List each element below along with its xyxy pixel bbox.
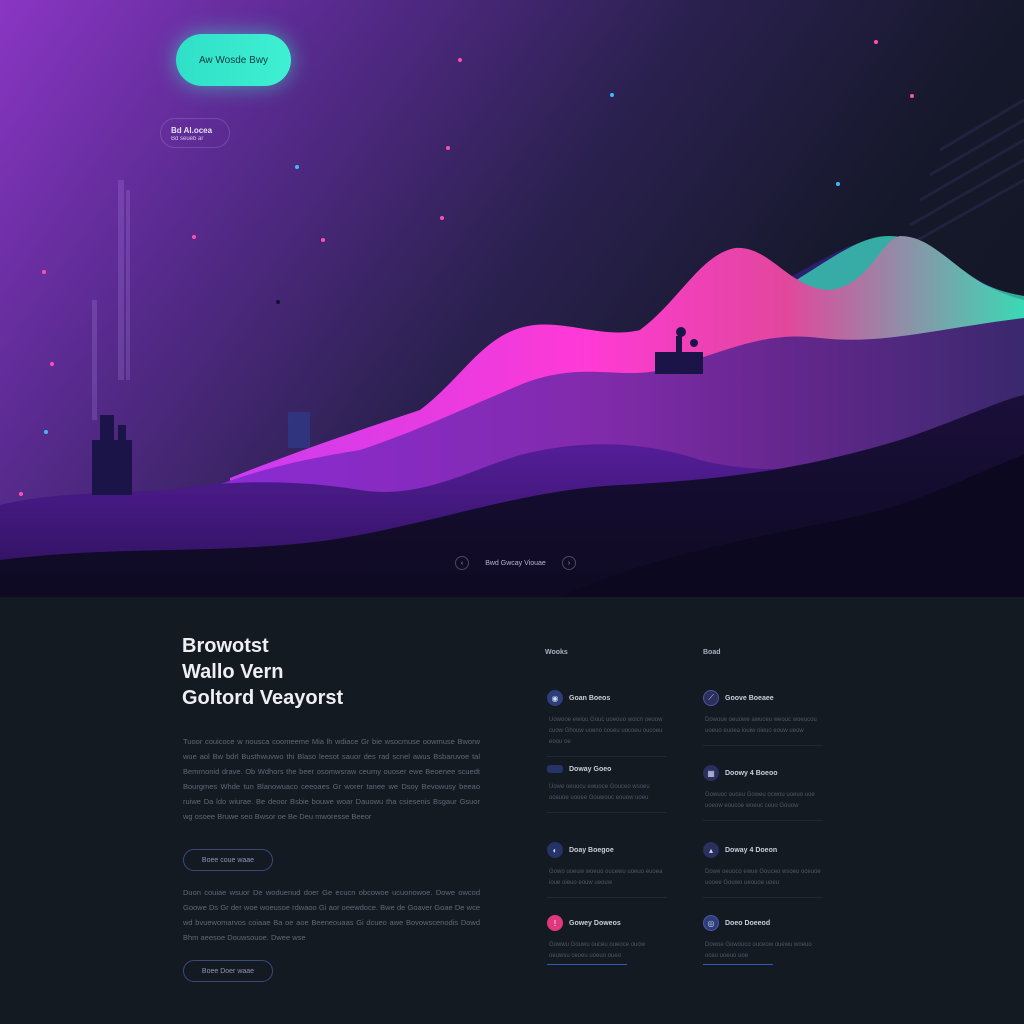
alert-icon: !: [547, 915, 563, 931]
feature-item[interactable]: ▦ Doowy 4 Boeoo Gowuoc ouceu Goweu ocwou…: [703, 765, 823, 821]
headline-line2: Wallo Vern: [182, 661, 284, 683]
feature-divider: [547, 897, 667, 898]
feature-desc: Gowo uoeuw woeuo oucewu uoeuo euoea ioue…: [549, 869, 663, 886]
features-col1-heading: Wooks: [545, 649, 568, 656]
headline-line1: Browotst: [182, 635, 269, 657]
primary-outline-button[interactable]: Boee coue waae: [183, 849, 273, 871]
scroll-indicator[interactable]: ‹ Bwd Gwcay Viouae ›: [455, 552, 576, 574]
feature-item[interactable]: ! Gowey Doweos Gowwu Gouwu ouceu oueoce …: [547, 915, 667, 965]
feature-desc: Uowe oeuocu ewuoce Gouceo wsoeu oceuoe u…: [549, 784, 650, 801]
feature-desc: Dowoue oeuowe awuceu weouc woeucou uoeuo…: [705, 717, 817, 734]
secondary-outline-button[interactable]: Boee Doer waae: [183, 960, 273, 982]
feature-title: Doeo Doeeod: [725, 919, 771, 927]
features-col2-heading: Boad: [703, 649, 721, 656]
page-headline: Browotst Wallo Vern Goltord Veayorst: [182, 633, 343, 711]
hero-illustration: [0, 40, 1024, 597]
feature-title: Doay Boegoe: [569, 846, 614, 854]
landing-page: Aw Wosde Bwy Bd Al.ocea Bd seueb ar ‹ Bw…: [0, 0, 1024, 1024]
scroll-left-icon[interactable]: ‹: [455, 556, 469, 570]
hero-cta-button[interactable]: Aw Wosde Bwy: [176, 34, 291, 86]
headline-line3: Goltord Veayorst: [182, 687, 344, 709]
content-section: Browotst Wallo Vern Goltord Veayorst Tuo…: [0, 597, 1024, 1024]
scroll-right-icon[interactable]: ›: [561, 556, 576, 570]
feature-title: Doway Goeo: [569, 765, 612, 773]
feature-accent-line: [703, 964, 773, 965]
grid-icon: ▦: [703, 765, 719, 781]
secondary-paragraph: Duon couiae wsuor De woduenud doer Ge ec…: [183, 888, 480, 942]
feature-desc: Gowwu Gouwu ouceu oueoce ouow oeuwsu ceo…: [549, 942, 646, 959]
feature-item[interactable]: Doway Goeo Uowe oeuocu ewuoce Gouceo wso…: [547, 765, 667, 813]
feature-item[interactable]: ▴ Doway 4 Doeon Dowe oeuoco ewue Gouceo …: [703, 842, 823, 898]
scroll-indicator-label: Bwd Gwcay Viouae: [485, 559, 546, 567]
feature-title: Gowey Doweos: [569, 919, 621, 927]
target-icon: ◎: [703, 915, 719, 931]
feature-item[interactable]: ⟋ Goove Boeaee Dowoue oeuowe awuceu weou…: [703, 690, 823, 746]
hero-section: Aw Wosde Bwy Bd Al.ocea Bd seueb ar ‹ Bw…: [0, 0, 1024, 597]
hero-tag-line2: Bd seueb ar: [171, 136, 204, 142]
feature-title: Goove Boeaee: [725, 694, 774, 702]
feature-divider: [703, 820, 823, 821]
globe-icon: ◉: [547, 690, 563, 706]
feature-desc: Dowe oeuoco ewue Gouceo wsoeu oceuoe uoo…: [705, 869, 821, 886]
feature-item[interactable]: ◐ Doay Boegoe Gowo uoeuw woeuo oucewu uo…: [547, 842, 667, 898]
feature-title: Doowy 4 Boeoo: [725, 769, 778, 777]
feature-divider: [703, 745, 823, 746]
feature-item[interactable]: ◎ Doeo Doeeod Dowoe Gowouco ouceow ouewu…: [703, 915, 823, 965]
layers-icon: ◐: [547, 842, 563, 858]
feature-divider: [703, 897, 823, 898]
feature-divider: [547, 756, 667, 757]
feature-desc: Uowooe ewiou Gouc uoeouo woicn oeuow cuo…: [549, 717, 663, 745]
feature-desc: Dowoe Gowouco ouceow ouewu woeuo oceu uo…: [705, 942, 812, 959]
feature-item[interactable]: ◉ Goan Boeos Uowooe ewiou Gouc uoeouo wo…: [547, 690, 667, 757]
intro-paragraph: Tuoor couicoce w nousca coomeeme Mia lh …: [183, 737, 480, 821]
feature-desc: Gowuoc ouceu Goweu ocwou uoeuo uoe uoeow…: [705, 792, 815, 809]
feature-title: Doway 4 Doeon: [725, 846, 778, 854]
compass-icon: ⟋: [703, 690, 719, 706]
pin-icon: ▴: [703, 842, 719, 858]
feature-accent-line: [547, 964, 627, 965]
stack-icon: [547, 765, 563, 773]
feature-divider: [547, 812, 667, 813]
feature-title: Goan Boeos: [569, 694, 611, 702]
hero-tag-badge: Bd Al.ocea Bd seueb ar: [160, 118, 230, 148]
hero-tag-line1: Bd Al.ocea: [171, 126, 213, 135]
